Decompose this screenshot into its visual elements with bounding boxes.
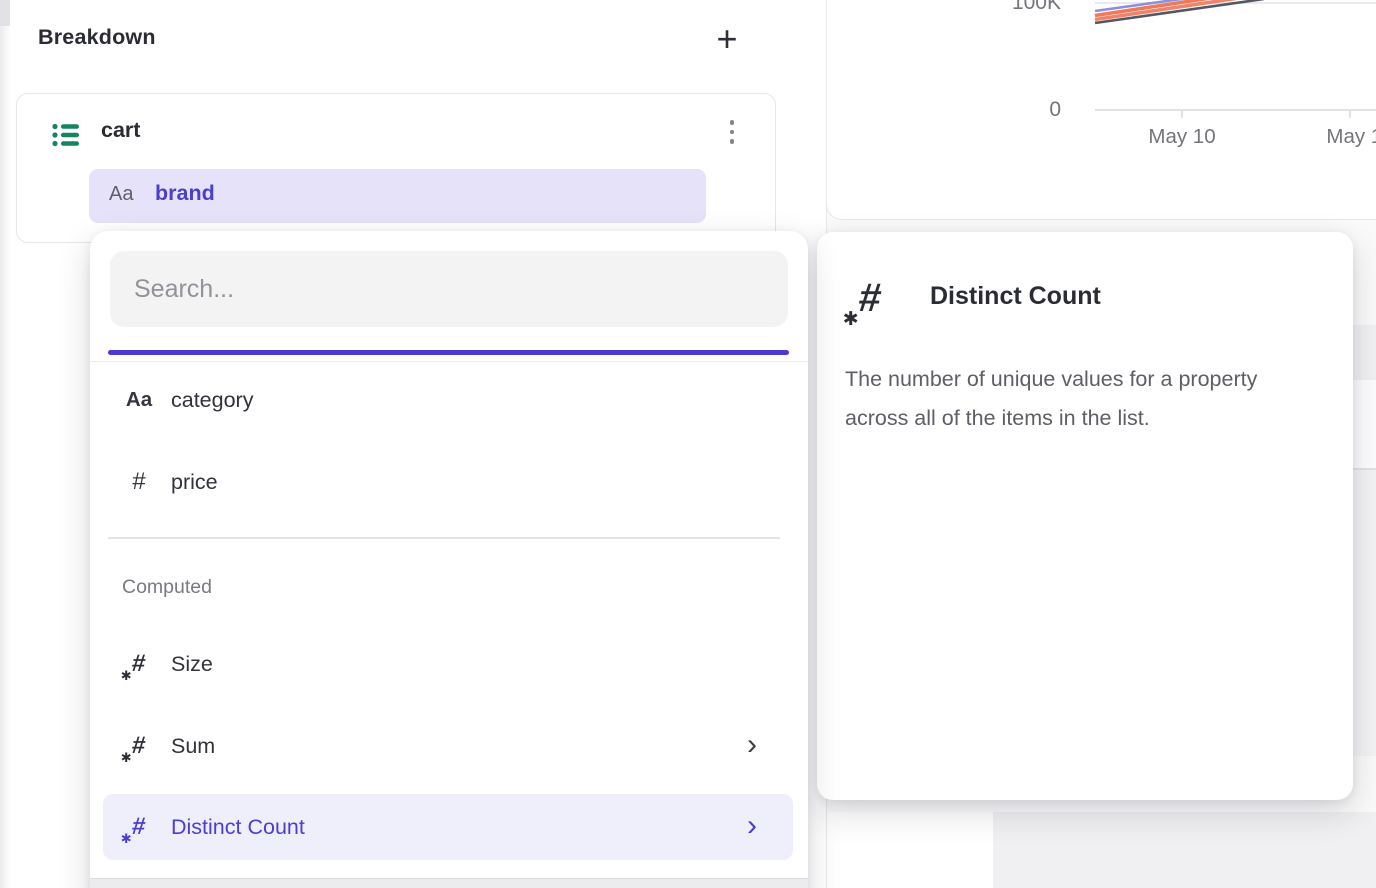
computed-number-icon: #✱ [131,813,147,841]
background-table-row-white [1352,380,1376,468]
number-property-icon: # [132,468,145,496]
dropdown-item-label: Distinct Count [171,815,305,840]
app-root: 100K 0 May 10 May 12 Breakdown + ca [0,0,1376,888]
computed-number-icon: #✱ [131,732,147,760]
active-tab-underline [108,350,789,355]
dropdown-divider [108,537,780,539]
dropdown-footer-strip [90,878,808,888]
popover-description: The number of unique values for a proper… [845,360,1323,438]
background-bottom-gray-panel [993,812,1376,888]
kebab-menu-icon[interactable] [719,116,745,148]
dropdown-item-label: Sum [171,734,215,759]
dropdown-item-category[interactable]: Aa category [103,369,793,431]
dropdown-item-price[interactable]: # price [103,451,793,513]
text-property-icon: Aa [126,388,152,412]
breakdown-section-title: Breakdown [38,25,156,50]
dropdown-item-label: price [171,470,218,495]
popover-title: Distinct Count [930,282,1101,311]
background-table-row-gray [1352,325,1376,380]
computed-section-label: Computed [122,576,212,599]
tab-hairline [90,361,808,362]
property-dropdown-menu: Aa category # price Computed #✱ Size #✱ … [90,231,808,888]
chevron-right-icon: › [747,730,757,760]
cart-property-row[interactable]: cart [17,94,775,164]
page-edge-corner [0,0,10,26]
search-input[interactable] [110,251,788,327]
dropdown-item-size[interactable]: #✱ Size [103,633,793,695]
cart-label: cart [101,118,140,143]
y-axis-label-0: 0 [999,98,1061,122]
page-edge-shading [0,0,11,888]
line-chart-series [1090,0,1376,36]
selected-property-label: brand [155,181,215,206]
chevron-right-icon: › [747,811,757,841]
text-property-icon: Aa [109,183,133,206]
selected-property-chip[interactable]: Aa brand [89,169,706,223]
x-axis-line [1095,109,1376,111]
background-bottom-white-panel [827,812,993,888]
dropdown-item-label: category [171,388,253,413]
dropdown-item-distinct-count[interactable]: #✱ Distinct Count › [103,794,793,860]
breakdown-card: cart Aa brand [16,93,776,243]
computed-number-icon: #✱ [131,650,147,678]
list-icon [51,120,81,155]
dropdown-item-label: Size [171,652,213,677]
distinct-count-info-popover: #✱ Distinct Count The number of unique v… [817,232,1353,800]
x-axis-tick [1349,109,1351,118]
dropdown-item-sum[interactable]: #✱ Sum › [103,715,793,777]
background-table-section [1352,470,1376,756]
add-breakdown-button[interactable]: + [706,18,748,60]
computed-number-icon: #✱ [857,276,884,321]
x-axis-label-may10: May 10 [1127,125,1237,149]
y-axis-label-100k: 100K [999,0,1061,15]
x-axis-label-may12: May 12 [1305,125,1376,149]
x-axis-tick [1181,109,1183,118]
